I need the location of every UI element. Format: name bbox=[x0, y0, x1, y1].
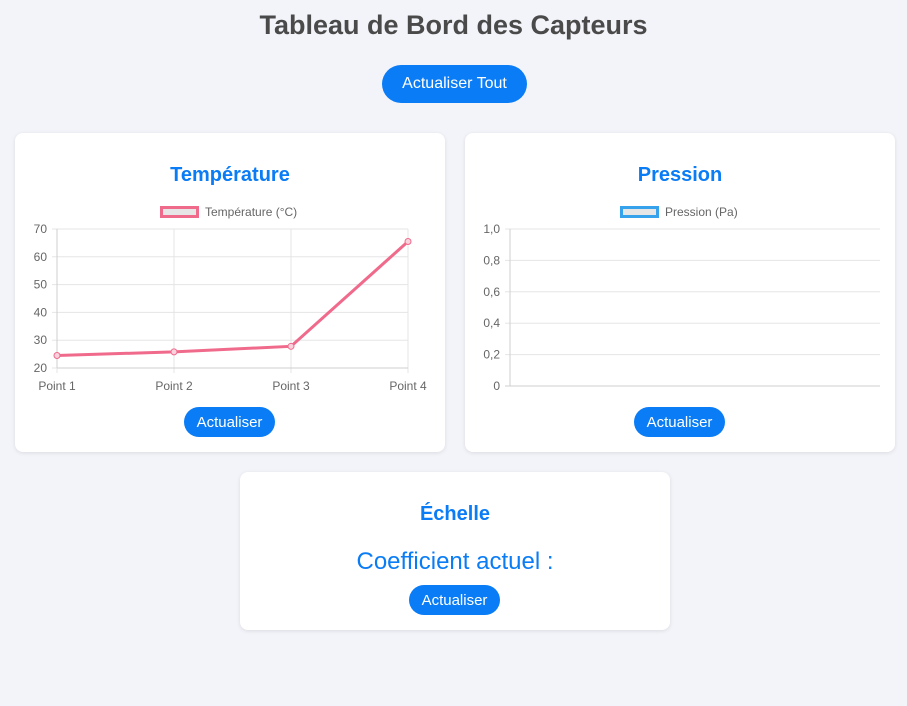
temperature-refresh-button[interactable]: Actualiser bbox=[184, 407, 275, 437]
temperature-data-point bbox=[53, 351, 61, 359]
temperature-y-tick-label: 60 bbox=[34, 250, 48, 264]
temperature-y-tick-label: 20 bbox=[34, 361, 48, 375]
pressure-chart: 1,0 0,8 0,6 0,4 0,2 0 bbox=[483, 222, 880, 393]
temperature-series-line bbox=[56, 240, 410, 357]
pressure-y-tick-label: 0,6 bbox=[483, 285, 500, 299]
temperature-data-point bbox=[404, 238, 412, 246]
temperature-y-tick-label: 50 bbox=[34, 278, 48, 292]
temperature-x-tick-label: Point 1 bbox=[38, 379, 76, 393]
scale-refresh-button[interactable]: Actualiser bbox=[409, 585, 500, 615]
temperature-x-tick-label: Point 4 bbox=[389, 379, 427, 393]
temperature-y-tick-label: 40 bbox=[34, 305, 48, 319]
pressure-y-tick-label: 0,4 bbox=[483, 316, 500, 330]
temperature-y-tick-label: 30 bbox=[34, 333, 48, 347]
pressure-refresh-button[interactable]: Actualiser bbox=[634, 407, 725, 437]
pressure-y-tick-label: 0 bbox=[493, 379, 500, 393]
refresh-all-button[interactable]: Actualiser Tout bbox=[382, 65, 527, 103]
pressure-y-tick-label: 0,2 bbox=[483, 348, 500, 362]
temperature-data-point bbox=[287, 342, 295, 350]
temperature-data-point bbox=[170, 348, 178, 356]
pressure-card: Pression Pression (Pa) 1,0 0,8 0,6 0,4 0,2 0 … bbox=[465, 133, 895, 452]
temperature-y-tick-label: 70 bbox=[34, 222, 48, 236]
temperature-card: Température Température (°C) 70 60 50 40 30 2… bbox=[15, 133, 445, 452]
temperature-chart: 70 60 50 40 30 20 Point 1 Point 2 Point 3 Point … bbox=[34, 222, 427, 393]
coefficient-label: Coefficient actuel : bbox=[356, 548, 554, 575]
temperature-x-tick-label: Point 2 bbox=[155, 379, 193, 393]
temperature-x-tick-label: Point 3 bbox=[272, 379, 310, 393]
scale-card: Échelle Coefficient actuel : Actualiser bbox=[240, 472, 670, 630]
pressure-y-tick-label: 1,0 bbox=[483, 222, 500, 236]
page-title: Tableau de Bord des Capteurs bbox=[259, 10, 648, 40]
scale-card-title: Échelle bbox=[419, 503, 491, 525]
pressure-y-tick-label: 0,8 bbox=[483, 253, 500, 267]
